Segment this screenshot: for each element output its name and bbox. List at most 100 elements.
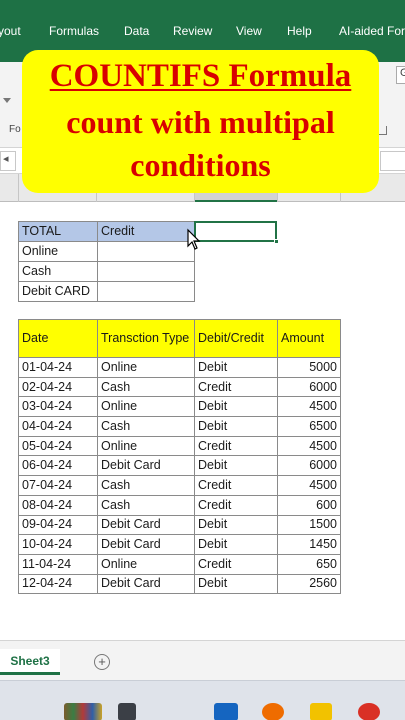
summary-value[interactable] — [97, 261, 195, 282]
tab-formulas[interactable]: Formulas — [49, 24, 99, 38]
cell-date[interactable]: 10-04-24 — [18, 534, 98, 555]
cell-amount[interactable]: 6500 — [277, 416, 341, 437]
transactions-table: Date Transction Type Debit/Credit Amount… — [18, 319, 341, 595]
cell-debit-credit[interactable]: Debit — [194, 396, 278, 418]
header-debit-credit[interactable]: Debit/Credit — [194, 319, 278, 358]
active-cell-selection[interactable] — [194, 221, 277, 242]
table-row: 04-04-24 Cash Debit 6500 — [18, 416, 341, 437]
cell-debit-credit[interactable]: Debit — [194, 534, 278, 555]
sheet-tab[interactable]: Sheet3 — [0, 649, 60, 675]
chrome-icon[interactable] — [358, 703, 380, 720]
cell-transaction-type[interactable]: Online — [97, 396, 195, 418]
formula-input[interactable] — [380, 151, 405, 171]
title-overlay: COUNTIFS Formula count with multipal con… — [22, 50, 379, 193]
table-row: 05-04-24 Online Credit 4500 — [18, 435, 341, 457]
summary-label[interactable]: Debit CARD — [18, 281, 98, 302]
summary-label[interactable]: Online — [18, 241, 98, 262]
summary-header-total[interactable]: TOTAL — [18, 221, 98, 242]
cell-amount[interactable]: 1450 — [277, 534, 341, 555]
cell-date[interactable]: 06-04-24 — [18, 455, 98, 477]
task-view-icon[interactable] — [118, 703, 136, 720]
ribbon-group-label: Fo — [9, 124, 21, 135]
cell-debit-credit[interactable]: Credit — [194, 435, 278, 457]
summary-table: TOTAL Credit Online Cash Debit CARD — [18, 221, 195, 302]
header-amount[interactable]: Amount — [277, 319, 341, 358]
summary-label[interactable]: Cash — [18, 261, 98, 282]
tab-layout[interactable]: yout — [0, 24, 21, 38]
summary-header-credit[interactable]: Credit — [97, 221, 195, 242]
cell-date[interactable]: 11-04-24 — [18, 553, 98, 575]
tab-review[interactable]: Review — [173, 24, 212, 38]
cell-debit-credit[interactable]: Debit — [194, 514, 278, 536]
cell-date[interactable]: 08-04-24 — [18, 494, 98, 516]
file-explorer-icon[interactable] — [310, 703, 332, 720]
summary-value[interactable] — [97, 281, 195, 302]
cell-date[interactable]: 12-04-24 — [18, 573, 98, 595]
cell-transaction-type[interactable]: Debit Card — [97, 514, 195, 536]
name-box[interactable]: ◂ — [0, 151, 16, 171]
library-app-icon[interactable] — [64, 703, 102, 720]
cell-date[interactable]: 01-04-24 — [18, 357, 98, 378]
cell-transaction-type[interactable]: Cash — [97, 416, 195, 437]
dropdown-arrow-icon[interactable] — [3, 98, 11, 103]
cell-transaction-type[interactable]: Online — [97, 553, 195, 575]
tab-view[interactable]: View — [236, 24, 262, 38]
firefox-icon[interactable] — [262, 703, 284, 720]
mouse-cursor-icon — [187, 228, 201, 250]
cell-transaction-type[interactable]: Cash — [97, 376, 195, 398]
transactions-header-row: Date Transction Type Debit/Credit Amount — [18, 319, 341, 358]
cell-amount[interactable]: 600 — [277, 494, 341, 516]
column-divider[interactable] — [18, 174, 19, 202]
cell-transaction-type[interactable]: Cash — [97, 494, 195, 516]
cell-debit-credit[interactable]: Credit — [194, 376, 278, 398]
header-transaction-type[interactable]: Transction Type — [97, 319, 195, 358]
cell-debit-credit[interactable]: Credit — [194, 494, 278, 516]
cell-transaction-type[interactable]: Online — [97, 357, 195, 378]
fill-handle[interactable] — [274, 239, 279, 244]
cell-date[interactable]: 05-04-24 — [18, 435, 98, 457]
sheet-tab-bar: Sheet3 + — [0, 640, 405, 680]
table-row: 11-04-24 Online Credit 650 — [18, 553, 341, 575]
table-row: 10-04-24 Debit Card Debit 1450 — [18, 534, 341, 555]
table-row: 02-04-24 Cash Credit 6000 — [18, 376, 341, 398]
ribbon-search-field[interactable]: G — [396, 66, 405, 84]
cell-amount[interactable]: 4500 — [277, 396, 341, 418]
cell-amount[interactable]: 4500 — [277, 475, 341, 496]
cell-date[interactable]: 04-04-24 — [18, 416, 98, 437]
cell-transaction-type[interactable]: Debit Card — [97, 573, 195, 595]
table-row: 12-04-24 Debit Card Debit 2560 — [18, 573, 341, 595]
cell-transaction-type[interactable]: Debit Card — [97, 455, 195, 477]
tab-help[interactable]: Help — [287, 24, 312, 38]
cell-date[interactable]: 07-04-24 — [18, 475, 98, 496]
cell-debit-credit[interactable]: Credit — [194, 553, 278, 575]
worksheet-grid[interactable]: TOTAL Credit Online Cash Debit CARD Date… — [0, 202, 405, 640]
tab-data[interactable]: Data — [124, 24, 149, 38]
cell-debit-credit[interactable]: Debit — [194, 573, 278, 595]
cell-amount[interactable]: 6000 — [277, 376, 341, 398]
cell-debit-credit[interactable]: Debit — [194, 357, 278, 378]
cell-amount[interactable]: 650 — [277, 553, 341, 575]
cell-date[interactable]: 02-04-24 — [18, 376, 98, 398]
summary-value[interactable] — [97, 241, 195, 262]
header-date[interactable]: Date — [18, 319, 98, 358]
tab-ai-aided[interactable]: AI-aided For — [339, 24, 405, 38]
cell-amount[interactable]: 6000 — [277, 455, 341, 477]
cell-debit-credit[interactable]: Credit — [194, 475, 278, 496]
cell-debit-credit[interactable]: Debit — [194, 416, 278, 437]
title-line-2: count with multipal — [66, 104, 335, 140]
cell-debit-credit[interactable]: Debit — [194, 455, 278, 477]
cell-amount[interactable]: 1500 — [277, 514, 341, 536]
mail-icon[interactable] — [214, 703, 238, 720]
add-sheet-icon[interactable]: + — [94, 654, 110, 670]
cell-transaction-type[interactable]: Online — [97, 435, 195, 457]
cell-transaction-type[interactable]: Debit Card — [97, 534, 195, 555]
table-row: 09-04-24 Debit Card Debit 1500 — [18, 514, 341, 536]
dialog-launcher-icon[interactable] — [378, 126, 387, 135]
cell-amount[interactable]: 2560 — [277, 573, 341, 595]
cell-date[interactable]: 03-04-24 — [18, 396, 98, 418]
summary-row: Online — [18, 241, 195, 262]
cell-date[interactable]: 09-04-24 — [18, 514, 98, 536]
cell-amount[interactable]: 4500 — [277, 435, 341, 457]
cell-transaction-type[interactable]: Cash — [97, 475, 195, 496]
cell-amount[interactable]: 5000 — [277, 357, 341, 378]
